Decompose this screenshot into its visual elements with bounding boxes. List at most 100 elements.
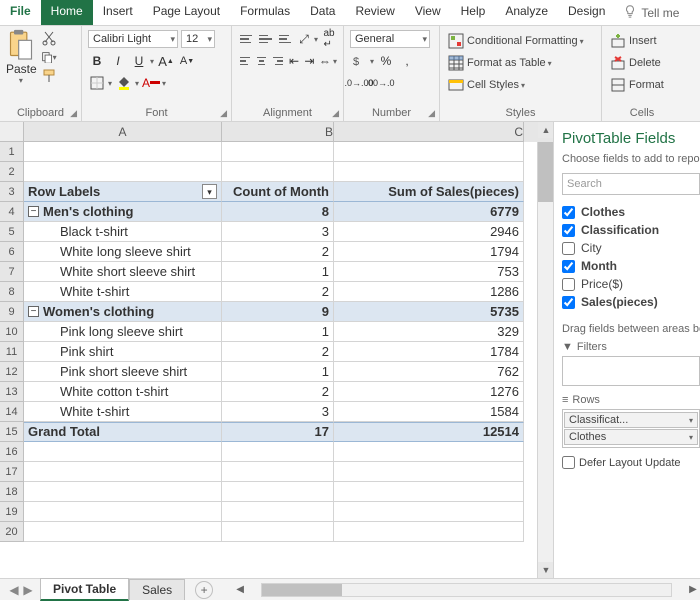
cut-icon[interactable] [41,30,57,46]
align-top-icon[interactable] [238,30,254,48]
row-header[interactable]: 14 [0,402,24,422]
format-as-table-button[interactable]: Format as Table▾ [446,54,595,72]
percent-format-icon[interactable]: % [377,52,395,70]
menu-analyze[interactable]: Analyze [495,0,558,25]
increase-font-icon[interactable]: A▲ [157,52,175,70]
row-header[interactable]: 13 [0,382,24,402]
row-header[interactable]: 17 [0,462,24,482]
cell[interactable]: 2 [222,382,334,402]
row-header[interactable]: 5 [0,222,24,242]
cell[interactable]: −Women's clothing [24,302,222,322]
cell[interactable] [334,462,524,482]
cell[interactable]: 2 [222,282,334,302]
cell[interactable]: 1784 [334,342,524,362]
row-header[interactable]: 20 [0,522,24,542]
cell[interactable]: Black t-shirt [24,222,222,242]
menu-design[interactable]: Design [558,0,615,25]
align-middle-icon[interactable] [257,30,273,48]
field-price-[interactable]: Price($) [562,275,700,293]
hscroll-right-icon[interactable]: ▶ [686,584,700,595]
cell[interactable] [334,442,524,462]
field-month[interactable]: Month [562,257,700,275]
collapse-icon[interactable]: − [28,306,39,317]
orientation-icon[interactable]: ⤢ [296,30,312,48]
align-right-icon[interactable] [271,52,285,70]
cell[interactable]: 1 [222,362,334,382]
horizontal-scrollbar[interactable] [261,583,672,597]
align-left-icon[interactable] [238,52,252,70]
field-checkbox[interactable] [562,224,575,237]
font-color-icon[interactable]: A [142,74,160,92]
row-header[interactable]: 4 [0,202,24,222]
cell[interactable] [222,162,334,182]
number-format-combo[interactable]: General [350,30,430,48]
hscroll-thumb[interactable] [262,584,342,596]
cell[interactable]: 17 [222,422,334,442]
cell[interactable] [222,142,334,162]
row-header[interactable]: 10 [0,322,24,342]
font-launcher-icon[interactable]: ◢ [220,108,227,119]
cell-styles-button[interactable]: Cell Styles▾ [446,76,595,94]
field-checkbox[interactable] [562,260,575,273]
cell[interactable] [24,442,222,462]
row-header[interactable]: 9 [0,302,24,322]
increase-indent-icon[interactable]: ⇥ [303,52,315,70]
cell[interactable]: 762 [334,362,524,382]
scroll-down-icon[interactable]: ▼ [538,562,554,578]
cell[interactable]: 2946 [334,222,524,242]
cell[interactable]: White long sleeve shirt [24,242,222,262]
filter-dropdown-icon[interactable] [202,184,217,199]
cell[interactable]: 3 [222,222,334,242]
cell[interactable]: 753 [334,262,524,282]
row-header[interactable]: 3 [0,182,24,202]
cell[interactable]: Sum of Sales(pieces) [334,182,524,202]
row-header[interactable]: 7 [0,262,24,282]
clipboard-launcher-icon[interactable]: ◢ [70,108,77,119]
cell[interactable] [24,162,222,182]
menu-data[interactable]: Data [300,0,345,25]
field-classification[interactable]: Classification [562,221,700,239]
fill-color-icon[interactable] [115,74,133,92]
cell[interactable] [334,142,524,162]
format-cells-button[interactable]: Format [608,76,676,94]
decrease-decimal-icon[interactable]: .00→.0 [371,74,389,92]
sheet-tab-sales[interactable]: Sales [129,579,185,600]
row-header[interactable]: 18 [0,482,24,502]
cell[interactable]: 1276 [334,382,524,402]
row-header[interactable]: 6 [0,242,24,262]
font-family-combo[interactable]: Calibri Light [88,30,178,48]
align-bottom-icon[interactable] [277,30,293,48]
cell[interactable] [334,502,524,522]
tell-me[interactable]: Tell me [615,0,687,25]
cell[interactable]: 9 [222,302,334,322]
cell[interactable]: White t-shirt [24,282,222,302]
row-header[interactable]: 8 [0,282,24,302]
scroll-up-icon[interactable]: ▲ [538,122,554,138]
col-header-b[interactable]: B [222,122,334,142]
cell[interactable]: 8 [222,202,334,222]
field-search-input[interactable]: Search [562,173,700,195]
rows-zone[interactable]: Classificat...▾ Clothes▾ [562,409,700,448]
row-header[interactable]: 12 [0,362,24,382]
cell[interactable] [334,162,524,182]
sheet-tab-pivot-table[interactable]: Pivot Table [40,578,129,601]
row-header[interactable]: 16 [0,442,24,462]
wrap-text-icon[interactable]: ab↵ [321,30,337,48]
cell[interactable]: 1 [222,262,334,282]
cell[interactable]: 329 [334,322,524,342]
tab-nav-next-icon[interactable]: ▶ [18,583,38,597]
insert-cells-button[interactable]: Insert [608,32,676,50]
italic-button[interactable]: I [109,52,127,70]
cell[interactable]: 2 [222,242,334,262]
cell[interactable]: −Men's clothing [24,202,222,222]
menu-formulas[interactable]: Formulas [230,0,300,25]
vertical-scrollbar[interactable]: ▲ ▼ [537,142,553,578]
col-header-a[interactable]: A [24,122,222,142]
menu-review[interactable]: Review [345,0,404,25]
accounting-format-icon[interactable]: $ [350,52,368,70]
cell[interactable]: Pink shirt [24,342,222,362]
format-painter-icon[interactable] [41,68,57,84]
row-header[interactable]: 11 [0,342,24,362]
underline-button[interactable]: U [130,52,148,70]
cell[interactable] [334,482,524,502]
